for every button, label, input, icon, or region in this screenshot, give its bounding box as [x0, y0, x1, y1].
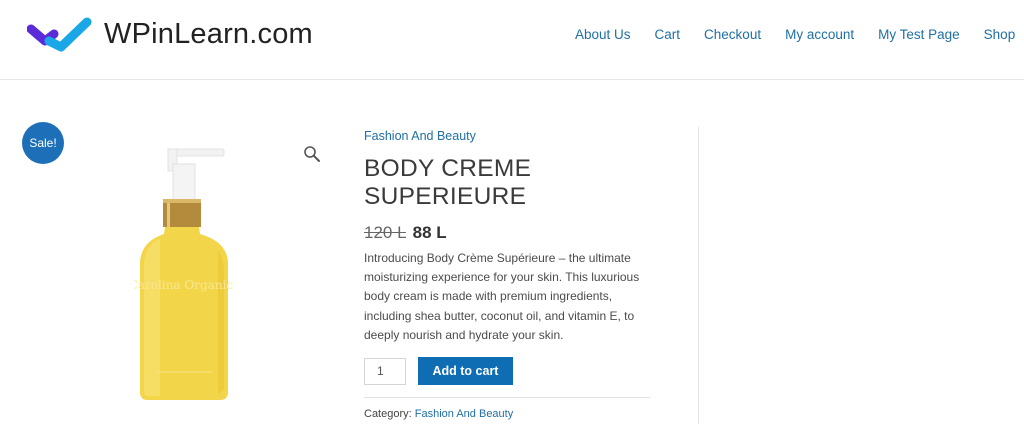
product-meta: Category: Fashion And Beauty	[364, 408, 652, 420]
nav-cart[interactable]: Cart	[655, 27, 681, 42]
site-header: WPinLearn.com About Us Cart Checkout My …	[0, 0, 1024, 80]
nav-checkout[interactable]: Checkout	[704, 27, 761, 42]
logo-icon[interactable]	[27, 16, 97, 54]
primary-nav: About Us Cart Checkout My account My Tes…	[575, 27, 1015, 42]
product-image[interactable]: Carolina Organics	[134, 146, 234, 404]
category-label: Category:	[364, 408, 412, 421]
site-title[interactable]: WPinLearn.com	[104, 18, 313, 51]
sale-price: 88 L	[412, 223, 447, 242]
product-summary: Fashion And Beauty BODY CREME SUPERIEURE…	[364, 127, 652, 420]
sale-badge: Sale!	[22, 122, 64, 164]
add-to-cart-button[interactable]: Add to cart	[418, 357, 513, 386]
quantity-input[interactable]	[364, 357, 406, 385]
nav-my-account[interactable]: My account	[785, 27, 854, 42]
category-link[interactable]: Fashion And Beauty	[415, 408, 513, 420]
product-description: Introducing Body Crème Supérieure – the …	[364, 251, 640, 342]
nav-about-us[interactable]: About Us	[575, 27, 631, 42]
old-price: 120 L	[364, 223, 406, 242]
nav-shop[interactable]: Shop	[984, 27, 1016, 42]
product-title: BODY CREME SUPERIEURE	[364, 155, 532, 210]
sidebar-divider	[698, 127, 699, 424]
price: 120 L 88 L	[364, 223, 652, 243]
add-to-cart-form: Add to cart	[364, 357, 652, 386]
category-link-top[interactable]: Fashion And Beauty	[364, 129, 476, 143]
divider	[364, 397, 650, 399]
bottle-label: Carolina Organics	[134, 278, 234, 292]
nav-my-test-page[interactable]: My Test Page	[878, 27, 960, 42]
search-icon[interactable]	[303, 145, 321, 163]
